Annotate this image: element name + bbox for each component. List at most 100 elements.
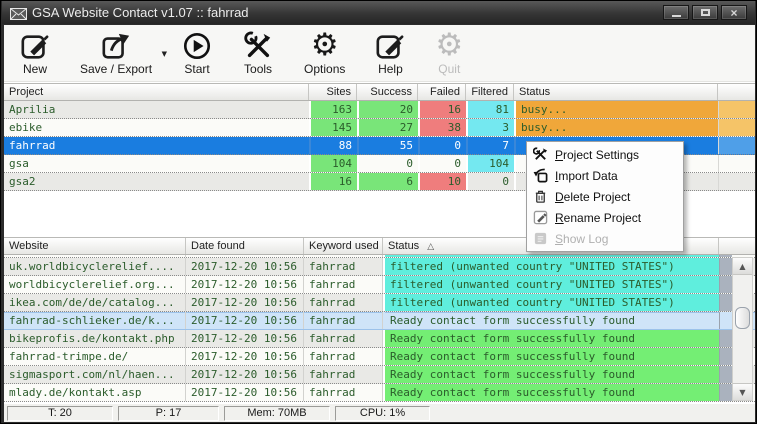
toolbar-button-quit[interactable]: ⚙Quit xyxy=(429,29,469,76)
dropdown-caret-icon[interactable]: ▼ xyxy=(162,50,167,58)
result-cell-status: filtered (unwanted country "UNITED STATE… xyxy=(383,276,719,293)
result-row-uk-worldbicyclerelief[interactable]: uk.worldbicyclerelief....2017-12-20 10:5… xyxy=(4,258,755,276)
result-cell-keyword-used: fahrrad xyxy=(304,348,383,365)
project-col-header-status[interactable]: Status xyxy=(514,84,718,100)
toolbar-button-options[interactable]: ⚙Options xyxy=(298,29,351,76)
menu-rename-icon xyxy=(532,210,549,225)
toolbar-button-tools[interactable]: Tools xyxy=(236,29,280,76)
result-cell-status: Ready contact form successfully found xyxy=(383,384,719,401)
results-col-header-keyword-used[interactable]: Keyword used xyxy=(304,238,383,254)
project-cell-filtered: 7 xyxy=(466,137,514,154)
toolbar-button-label: Start xyxy=(184,62,209,76)
scroll-down-icon[interactable]: ▼ xyxy=(733,383,752,400)
result-cell-keyword-used: fahrrad xyxy=(304,294,383,311)
project-cell-sites: 16 xyxy=(309,173,357,190)
project-col-header-filtered[interactable]: Filtered xyxy=(466,84,514,100)
titlebar-maximize-button[interactable] xyxy=(692,5,718,20)
menu-trash-icon xyxy=(532,189,549,204)
result-cell-keyword-used: fahrrad xyxy=(304,276,383,293)
project-cell-filtered: 0 xyxy=(466,173,514,190)
result-row-filler xyxy=(719,255,732,257)
result-cell-website: fahrrad-trimpe.de/ xyxy=(4,348,186,365)
app-window: GSA Website Contact v1.07 :: fahrrad × N… xyxy=(0,0,757,424)
status-panel-p: P: 17 xyxy=(118,406,219,421)
result-row-bikeprofis-de-kontakt-php[interactable]: bikeprofis.de/kontakt.php2017-12-20 10:5… xyxy=(4,330,755,348)
project-col-header-sites[interactable]: Sites xyxy=(309,84,357,100)
scrollbar-thumb[interactable] xyxy=(735,307,750,329)
result-row-ikea-com-de-de-catalog[interactable]: ikea.com/de/de/catalog...2017-12-20 10:5… xyxy=(4,294,755,312)
menu-item-label: Import Data xyxy=(555,169,618,183)
result-cell-website: bikeprofis.de/kontakt.php xyxy=(4,330,186,347)
result-row-fahrrad-trimpe-de[interactable]: fahrrad-trimpe.de/2017-12-20 10:56fahrra… xyxy=(4,348,755,366)
titlebar-close-button[interactable]: × xyxy=(721,5,747,20)
project-row-filler xyxy=(718,119,755,136)
project-cell-filtered: 104 xyxy=(466,155,514,172)
results-header-filler xyxy=(719,238,755,254)
results-table: WebsiteDate foundKeyword usedStatus△ uk.… xyxy=(4,237,755,403)
results-col-header-website[interactable]: Website xyxy=(4,238,186,254)
project-name: fahrrad xyxy=(4,137,309,154)
result-cell-keyword-used: fahrrad xyxy=(304,258,383,275)
result-row-filler xyxy=(719,330,732,347)
help-icon xyxy=(375,29,405,62)
results-table-body: uk.worldbicyclerelief.... 2017-12-20 10:5… xyxy=(4,255,755,402)
toolbar-button-label: Quit xyxy=(438,62,460,76)
project-cell-failed: 10 xyxy=(418,173,466,190)
project-row-filler xyxy=(718,155,755,172)
result-cell-keyword-used: fahrrad xyxy=(304,312,383,329)
titlebar-minimize-button[interactable] xyxy=(663,5,689,20)
project-row-ebike[interactable]: ebike14527383busy... xyxy=(4,119,755,137)
project-row-aprilia[interactable]: Aprilia163201681busy... xyxy=(4,101,755,119)
project-col-header-project[interactable]: Project xyxy=(4,84,309,100)
context-menu: Project Settings Import Data Delete Projec… xyxy=(526,141,684,252)
options-gear-icon: ⚙ xyxy=(311,29,339,62)
toolbar-button-start[interactable]: Start xyxy=(176,29,218,76)
project-cell-sites: 104 xyxy=(309,155,357,172)
result-cell-status: Ready contact form successfully found xyxy=(383,348,719,365)
minimize-icon xyxy=(672,15,681,17)
result-cell-status: Ready contact form successfully found xyxy=(383,312,719,329)
status-panel-mem: Mem: 70MB xyxy=(224,406,330,421)
result-cell-status: filtered (unwanted country "UNITED STATE… xyxy=(383,258,719,275)
result-cell-website: sigmasport.com/nl/haen... xyxy=(4,366,186,383)
project-cell-success: 27 xyxy=(357,119,418,136)
results-col-header-date-found[interactable]: Date found xyxy=(186,238,304,254)
toolbar-button-label: Save / Export xyxy=(80,62,152,76)
result-cell-keyword-used: fahrrad xyxy=(304,366,383,383)
project-table-header: ProjectSitesSuccessFailedFilteredStatus xyxy=(4,83,755,101)
menu-item-project-settings[interactable]: Project Settings xyxy=(527,144,683,165)
scroll-up-icon[interactable]: ▲ xyxy=(733,258,752,275)
project-name: gsa xyxy=(4,155,309,172)
result-row-worldbicyclerelief-org[interactable]: worldbicyclerelief.org...2017-12-20 10:5… xyxy=(4,276,755,294)
vertical-scrollbar[interactable]: ▲ ▼ xyxy=(732,257,753,401)
result-row-filler xyxy=(719,384,732,401)
result-row-sigmasport-com-nl-haen[interactable]: sigmasport.com/nl/haen...2017-12-20 10:5… xyxy=(4,366,755,384)
result-row-filler xyxy=(719,348,732,365)
menu-item-show-log: Show Log xyxy=(527,228,683,249)
menu-item-delete-project[interactable]: Delete Project xyxy=(527,186,683,207)
save-export-icon xyxy=(101,29,131,62)
result-cell-keyword-used xyxy=(304,255,383,257)
result-cell-status: filtered (unwanted country "UNITED STATE… xyxy=(383,294,719,311)
menu-item-rename-project[interactable]: Rename Project xyxy=(527,207,683,228)
result-cell-website: uk.worldbicyclerelief.... xyxy=(4,258,186,275)
result-row-fahrrad-schlieker-de-k[interactable]: fahrrad-schlieker.de/k...2017-12-20 10:5… xyxy=(4,312,755,330)
project-col-header-success[interactable]: Success xyxy=(357,84,418,100)
toolbar-button-label: Help xyxy=(378,62,403,76)
result-cell-date-found: 2017-12-20 10:56 xyxy=(186,348,304,365)
toolbar-button-new[interactable]: New xyxy=(14,29,56,76)
result-row-filler xyxy=(719,294,732,311)
project-col-header-failed[interactable]: Failed xyxy=(418,84,466,100)
result-cell-keyword-used: fahrrad xyxy=(304,384,383,401)
project-cell-status: busy... xyxy=(514,101,718,118)
toolbar-button-help[interactable]: Help xyxy=(369,29,411,76)
menu-item-import-data[interactable]: Import Data xyxy=(527,165,683,186)
menu-import-icon xyxy=(532,168,549,183)
result-cell-date-found xyxy=(186,255,304,257)
toolbar-button-save-export[interactable]: Save / Export▼ xyxy=(74,29,158,76)
menu-tools-icon xyxy=(532,147,549,162)
result-cell-website: mlady.de/kontakt.asp xyxy=(4,384,186,401)
maximize-icon xyxy=(701,9,710,16)
result-row-mlady-de-kontakt-asp[interactable]: mlady.de/kontakt.asp2017-12-20 10:56fahr… xyxy=(4,384,755,402)
result-row-filler xyxy=(719,276,732,293)
